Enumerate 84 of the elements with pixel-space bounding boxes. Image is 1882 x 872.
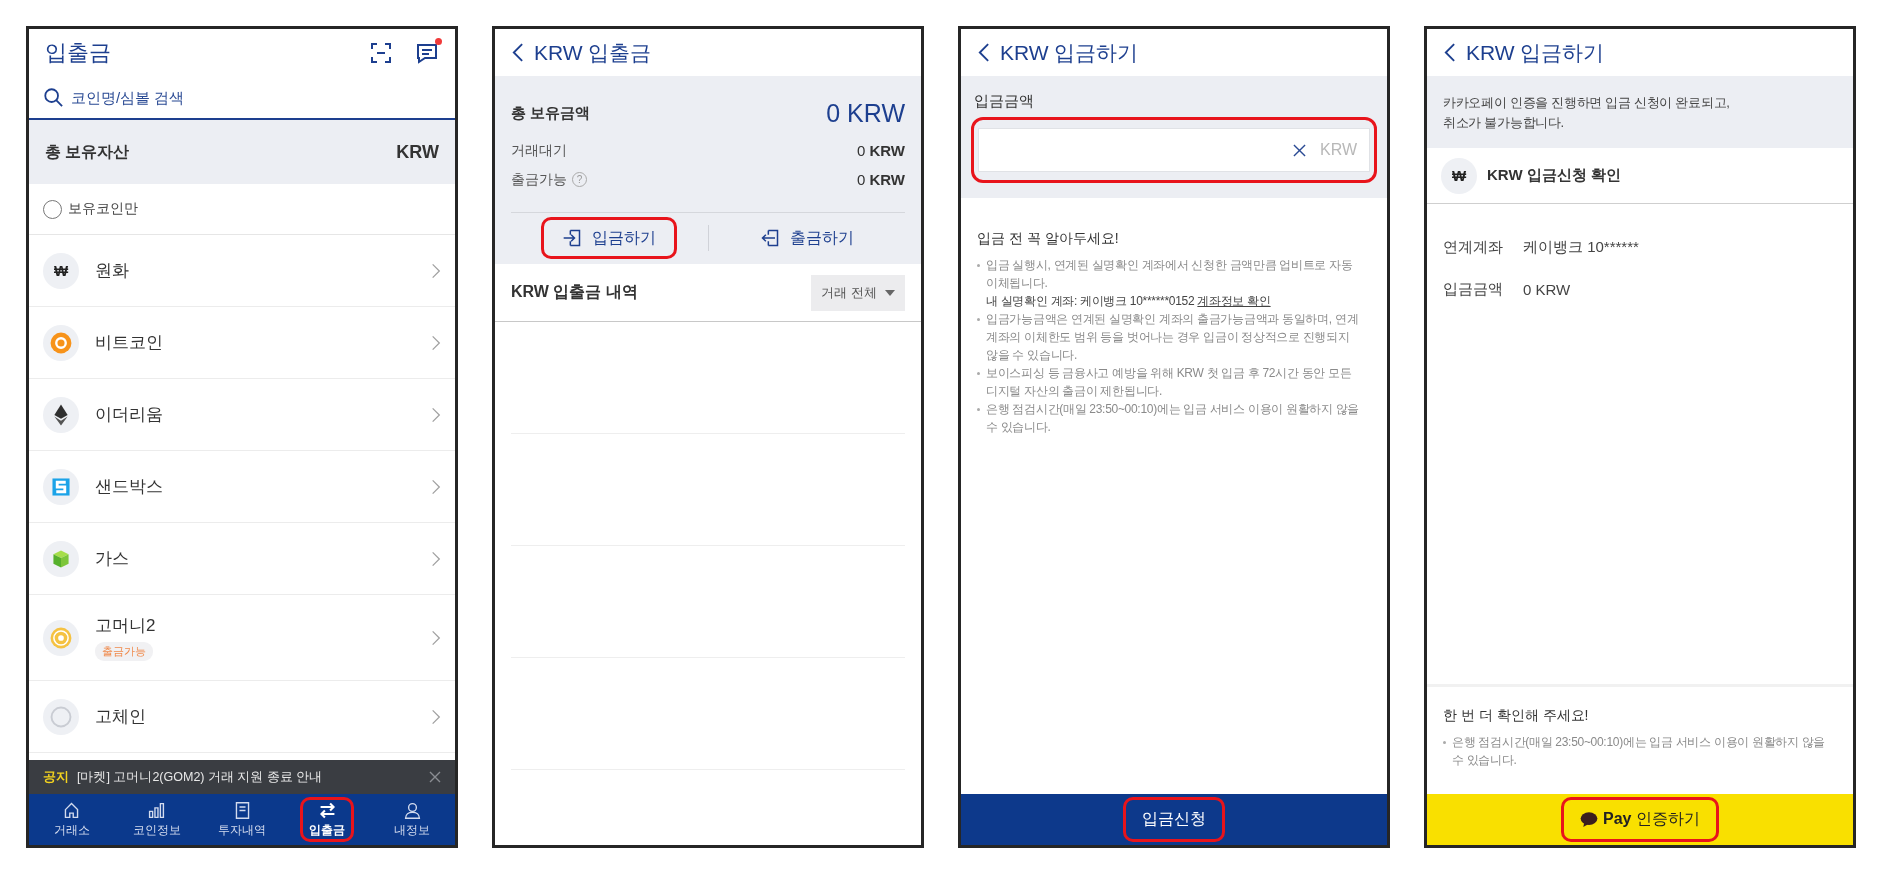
amount-label: 입금금액	[973, 91, 1035, 111]
history-title: KRW 입출금 내역	[511, 282, 638, 302]
screen-title: 입출금	[45, 38, 111, 67]
screen-title: KRW 입출금	[534, 39, 652, 66]
total-balance-value: 0 KRW	[826, 98, 905, 128]
balance-label: 거래대기	[511, 141, 567, 160]
chevron-right-icon[interactable]	[431, 405, 441, 424]
notice-label: 공지	[43, 768, 69, 786]
clear-icon[interactable]	[1292, 143, 1306, 157]
coin-name[interactable]: 이더리움	[95, 403, 163, 426]
account-info-link[interactable]: 계좌정보 확인	[1197, 294, 1271, 308]
detail-label: 입금금액	[1443, 279, 1504, 299]
status-tag: 출금가능	[95, 642, 153, 661]
screen-title: KRW 입금하기	[1000, 39, 1139, 66]
speech-bubble-icon	[1580, 812, 1599, 827]
nav-tab[interactable]: 내정보	[385, 797, 440, 842]
coin-name[interactable]: 원화	[95, 259, 129, 282]
notice-text[interactable]: [마켓] 고머니2(GOM2) 거래 지원 종료 안내	[77, 768, 323, 786]
note-text: 입금가능금액은 연계된 실명확인 계좌의 출금가능금액과 동일하며, 연계 계좌의 이체한도 범위 등을 벗어나는 경우 입금이 정상적으로 진행되지 않을 수 있습니다.	[986, 311, 1360, 364]
notes-title: 한 번 더 확인해 주세요!	[1443, 706, 1590, 725]
balance-value: 0 KRW	[856, 142, 905, 159]
coin-icon	[43, 619, 79, 656]
detail-value: 0 KRW	[1523, 280, 1572, 298]
chevron-right-icon[interactable]	[431, 549, 441, 568]
coin-name[interactable]: 샌드박스	[95, 475, 163, 498]
account-text: 내 실명확인 계좌: 케이뱅크 10******0152 계좌정보 확인	[986, 293, 1272, 310]
person-icon	[402, 800, 422, 820]
bullet-dot-icon	[977, 318, 980, 321]
chevron-right-icon[interactable]	[431, 628, 441, 647]
note-text: 은행 점검시간(매일 23:50~00:10)에는 입금 서비스 이용이 원활하지 않을 수 있습니다.	[1452, 734, 1827, 769]
coin-name[interactable]: 비트코인	[95, 331, 163, 354]
detail-value: 케이뱅크 10******	[1523, 237, 1640, 257]
coin-name[interactable]: 가스	[95, 547, 129, 570]
won-sign-icon: ₩	[1441, 157, 1477, 194]
note-text: 입금 실행시, 연계된 실명확인 계좌에서 신청한 금액만큼 업비트로 자동 이체됩니다.	[986, 257, 1354, 292]
tile-icon	[43, 468, 79, 505]
close-icon[interactable]	[429, 771, 441, 783]
deposit-button[interactable]: 입금하기	[541, 217, 678, 259]
total-balance-label: 총 보유금액	[511, 103, 591, 123]
nav-tab[interactable]: 투자내역	[209, 797, 275, 842]
arrow-out-of-box-icon	[759, 228, 780, 248]
back-icon[interactable]	[1443, 42, 1456, 63]
bullet-dot-icon	[977, 372, 980, 375]
chevron-right-icon[interactable]	[431, 333, 441, 352]
chevron-right-icon[interactable]	[431, 477, 441, 496]
scan-icon[interactable]	[369, 40, 393, 65]
withdraw-button[interactable]: 출금하기	[738, 217, 875, 259]
coin-icon	[43, 698, 79, 735]
back-icon[interactable]	[977, 42, 990, 63]
detail-label: 연계계좌	[1443, 237, 1504, 257]
coin-icon	[43, 324, 79, 361]
bullet-dot-icon	[977, 264, 980, 267]
cube-icon	[43, 540, 79, 577]
chevron-right-icon[interactable]	[431, 707, 441, 726]
coin-name[interactable]: 고머니2	[95, 614, 156, 637]
back-icon[interactable]	[511, 42, 524, 63]
nav-tab[interactable]: 코인정보	[123, 797, 190, 842]
confirm-title: KRW 입금신청 확인	[1487, 166, 1621, 185]
submit-button[interactable]: 입금신청	[961, 794, 1387, 845]
filter-dropdown[interactable]: 거래 전체	[811, 274, 905, 311]
nav-tab[interactable]: 거래소	[44, 797, 99, 842]
won-sign-icon: ₩	[43, 252, 79, 289]
note-text: 보이스피싱 등 금융사고 예방을 위해 KRW 첫 입금 후 72시간 동안 모든 디지털 자산의 출금이 제한됩니다.	[986, 365, 1353, 400]
balance-value: 0 KRW	[856, 171, 905, 188]
coin-name[interactable]: 고체인	[95, 705, 146, 728]
bullet-dot-icon	[977, 408, 980, 411]
search-field[interactable]: 코인명/심볼 검색	[71, 82, 441, 112]
bar-chart-icon	[147, 800, 167, 820]
note-text: 은행 점검시간(매일 23:50~00:10)에는 입금 서비스 이용이 원활하지 않을 수 있습니다.	[986, 401, 1361, 436]
search-icon	[43, 87, 63, 107]
nav-tab[interactable]: 입출금	[300, 797, 355, 842]
total-assets-label: 총 보유자산	[45, 141, 130, 162]
caret-icon	[885, 289, 895, 296]
balance-label: 출금가능	[511, 170, 567, 189]
info-banner: 카카오페이 인증을 진행하면 입금 신청이 완료되고, 취소가 불가능합니다.	[1427, 76, 1853, 148]
bullet-dot-icon	[1443, 741, 1446, 744]
pay-button[interactable]: Pay 인증하기	[1427, 794, 1853, 845]
swap-arrows-icon	[317, 800, 337, 820]
total-assets-value: KRW	[396, 141, 439, 163]
chevron-right-icon[interactable]	[431, 261, 441, 280]
notes-title: 입금 전 꼭 알아두세요!	[977, 229, 1120, 248]
filter-label[interactable]: 보유코인만	[68, 200, 138, 218]
arrow-into-box-icon	[562, 228, 583, 248]
screen-title: KRW 입금하기	[1466, 39, 1605, 66]
